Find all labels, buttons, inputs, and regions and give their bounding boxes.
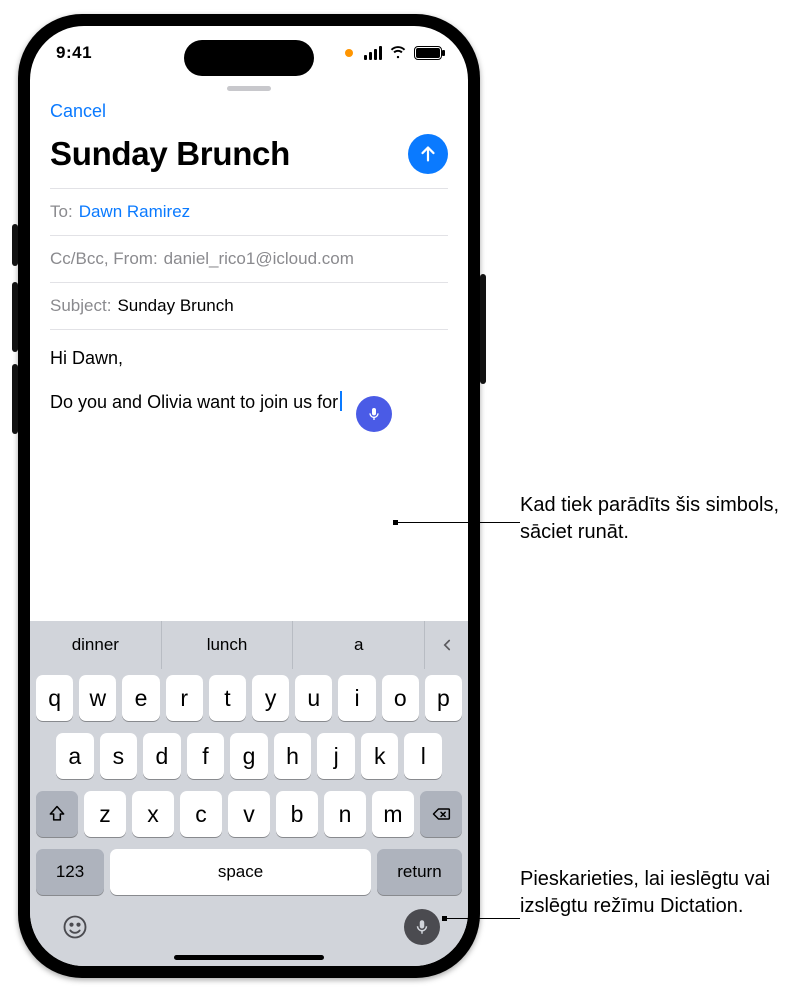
backspace-icon: [431, 804, 451, 824]
message-body[interactable]: Hi Dawn, Do you and Olivia want to join …: [50, 329, 448, 435]
send-button[interactable]: [408, 134, 448, 174]
cellular-icon: [364, 46, 382, 60]
key-t[interactable]: t: [209, 675, 246, 721]
key-c[interactable]: c: [180, 791, 222, 837]
home-indicator[interactable]: [174, 955, 324, 960]
key-e[interactable]: e: [122, 675, 159, 721]
battery-icon: [414, 46, 442, 60]
cc-bcc-from-field[interactable]: Cc/Bcc, From: daniel_rico1@icloud.com: [50, 235, 448, 282]
key-w[interactable]: w: [79, 675, 116, 721]
key-b[interactable]: b: [276, 791, 318, 837]
key-r[interactable]: r: [166, 675, 203, 721]
key-i[interactable]: i: [338, 675, 375, 721]
shift-key[interactable]: [36, 791, 78, 837]
key-j[interactable]: j: [317, 733, 355, 779]
suggestion-3[interactable]: a: [292, 621, 424, 669]
key-g[interactable]: g: [230, 733, 268, 779]
key-a[interactable]: a: [56, 733, 94, 779]
key-p[interactable]: p: [425, 675, 462, 721]
suggestion-2[interactable]: lunch: [161, 621, 293, 669]
key-row-2: a s d f g h j k l: [30, 727, 468, 785]
return-key[interactable]: return: [377, 849, 462, 895]
microphone-icon: [413, 918, 431, 936]
key-v[interactable]: v: [228, 791, 270, 837]
subject-field[interactable]: Subject: Sunday Brunch: [50, 282, 448, 329]
to-label: To:: [50, 202, 73, 222]
key-y[interactable]: y: [252, 675, 289, 721]
key-u[interactable]: u: [295, 675, 332, 721]
backspace-key[interactable]: [420, 791, 462, 837]
key-z[interactable]: z: [84, 791, 126, 837]
microphone-icon: [366, 406, 382, 422]
dynamic-island: [184, 40, 314, 76]
key-row-3: z x c v b n m: [30, 785, 468, 843]
key-h[interactable]: h: [274, 733, 312, 779]
key-k[interactable]: k: [361, 733, 399, 779]
compose-title: Sunday Brunch: [50, 135, 290, 173]
collapse-suggestions[interactable]: [424, 621, 468, 669]
chevron-left-icon: [438, 636, 456, 654]
key-d[interactable]: d: [143, 733, 181, 779]
volume-up: [12, 282, 18, 352]
key-n[interactable]: n: [324, 791, 366, 837]
volume-down: [12, 364, 18, 434]
key-s[interactable]: s: [100, 733, 138, 779]
numbers-key[interactable]: 123: [36, 849, 104, 895]
emoji-key[interactable]: [58, 910, 92, 944]
space-key[interactable]: space: [110, 849, 371, 895]
dictation-indicator: [356, 396, 392, 432]
wifi-icon: [389, 42, 407, 65]
sheet-grabber[interactable]: [227, 86, 271, 91]
key-x[interactable]: x: [132, 791, 174, 837]
cc-value: daniel_rico1@icloud.com: [164, 249, 354, 269]
side-button: [480, 274, 486, 384]
text-cursor: [340, 391, 342, 411]
key-row-1: q w e r t y u i o p: [30, 669, 468, 727]
key-o[interactable]: o: [382, 675, 419, 721]
iphone-frame: 9:41 Cancel Sunday Brunch: [18, 14, 480, 978]
subject-label: Subject:: [50, 296, 111, 316]
callout-dictation-toggle: Pieskarieties, lai ieslēgtu vai izslēgtu…: [520, 866, 790, 920]
to-value: Dawn Ramirez: [79, 202, 190, 222]
cancel-button[interactable]: Cancel: [50, 93, 448, 128]
suggestion-1[interactable]: dinner: [30, 621, 161, 669]
callout-line-2: [444, 918, 520, 919]
key-f[interactable]: f: [187, 733, 225, 779]
key-row-4: 123 space return: [30, 843, 468, 901]
cc-label: Cc/Bcc, From:: [50, 249, 158, 269]
arrow-up-icon: [417, 143, 439, 165]
key-l[interactable]: l: [404, 733, 442, 779]
callout-dictation-symbol: Kad tiek parādīts šis simbols, sāciet ru…: [520, 492, 790, 546]
callout-line-1: [395, 522, 520, 523]
to-field[interactable]: To: Dawn Ramirez: [50, 188, 448, 235]
key-m[interactable]: m: [372, 791, 414, 837]
suggestion-bar: dinner lunch a: [30, 621, 468, 669]
dictation-button[interactable]: [404, 909, 440, 945]
emoji-icon: [61, 913, 89, 941]
body-greeting: Hi Dawn,: [50, 346, 448, 370]
subject-value: Sunday Brunch: [117, 296, 233, 316]
key-q[interactable]: q: [36, 675, 73, 721]
status-time: 9:41: [56, 43, 92, 63]
mic-indicator-dot: [345, 49, 353, 57]
keyboard: dinner lunch a q w e r t y u i o: [30, 621, 468, 966]
mute-switch: [12, 224, 18, 266]
shift-icon: [47, 804, 67, 824]
